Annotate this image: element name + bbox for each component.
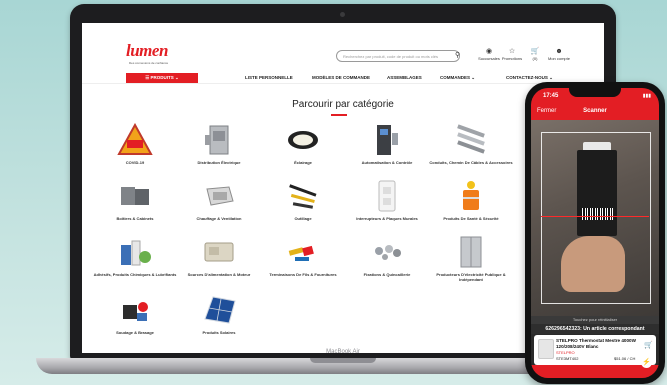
category-label: Boîtiers & Cabinets (116, 216, 154, 221)
nav-item-commandes[interactable]: COMMANDES ⌄ (440, 73, 475, 83)
category-terminaisons[interactable]: Terminaisons De Fils & Fournitures (261, 235, 345, 277)
category-label: Éclairage (294, 160, 312, 165)
category-eclairage[interactable]: Éclairage (261, 123, 345, 165)
header-link-label: (0) (532, 56, 538, 61)
scanner-title: Scanner (583, 108, 607, 114)
lumen-logo[interactable]: lumen Des connexions de confiance (126, 41, 168, 65)
electrical-panel-icon (205, 125, 229, 155)
category-label: Conduits, Chemin De Câbles & Accessoires (429, 160, 513, 165)
category-chauffage[interactable]: Chauffage & Ventilation (177, 179, 261, 221)
product-price: $51.06 / CH (614, 356, 636, 361)
logo-text: lumen (126, 41, 168, 60)
camera-view[interactable] (531, 120, 659, 316)
laptop-model-label: MacBook Air (326, 349, 360, 355)
phone-notch (569, 88, 621, 97)
category-conduits[interactable]: Conduits, Chemin De Câbles & Accessoires (429, 123, 513, 165)
add-to-cart-icon[interactable]: 🛒 (644, 341, 653, 349)
title-underline (331, 114, 347, 116)
product-name: STELPRO Thermostat Mestre 4000W 120/208/… (556, 338, 636, 349)
product-brand: STELPRO (556, 350, 575, 355)
category-soudage[interactable]: Soudage & Brasage (93, 293, 177, 335)
category-label: Fixations & Quincaillerie (363, 272, 411, 277)
category-label: Outillage (294, 216, 312, 221)
covid-warning-icon (117, 123, 153, 155)
solar-panel-icon (204, 296, 236, 324)
category-label: Producteurs D'électricité Publique & Ind… (436, 272, 506, 282)
category-producteurs[interactable]: Producteurs D'électricité Publique & Ind… (429, 235, 513, 282)
category-interrupteurs[interactable]: Interrupteurs & Plaques Murales (345, 179, 429, 221)
product-result-card[interactable]: STELPRO Thermostat Mestre 4000W 120/208/… (534, 335, 656, 365)
category-solaires[interactable]: Produits Solaires (177, 293, 261, 335)
phone-screen: 17:45 ▮▮▮ Fermer Scanner Touchez pour ré… (531, 88, 659, 378)
site-header: lumen Des connexions de confiance Recher… (82, 23, 604, 67)
laptop-camera (340, 12, 345, 17)
category-label: Adhésifs, Produits Chimiques & Lubrifian… (93, 272, 177, 277)
search-icon[interactable]: ⚲ (455, 51, 460, 59)
category-label: Interrupteurs & Plaques Murales (356, 216, 418, 221)
reset-hint[interactable]: Touchez pour réinitialiser (531, 316, 659, 324)
search-input[interactable]: Recherchez par produit, code de produit … (336, 50, 460, 62)
phone: 17:45 ▮▮▮ Fermer Scanner Touchez pour ré… (525, 82, 665, 384)
phone-bottom-bar (531, 365, 659, 378)
nav-item-liste-personnelle[interactable]: LISTE PERSONNELLE (245, 73, 293, 83)
category-label: Produits De Santé & Sécurité (443, 216, 499, 221)
wall-outlet-icon (378, 180, 396, 212)
nav-item-modeles[interactable]: MODÈLES DE COMMANDE (312, 73, 370, 83)
category-alimentation[interactable]: Sources D'alimentation & Moteur (177, 235, 261, 277)
generator-icon (204, 242, 234, 262)
ventilation-fan-icon (206, 186, 234, 206)
safety-vest-icon (463, 181, 479, 210)
laptop-hinge-notch (310, 358, 376, 363)
scan-result-text: 626296542323: Un article correspondant (531, 324, 659, 334)
category-sante-securite[interactable]: Produits De Santé & Sécurité (429, 179, 513, 221)
flash-icon[interactable]: ⚡ (641, 357, 652, 368)
header-link-label: Mon compte (547, 56, 570, 61)
category-label: Chauffage & Ventilation (196, 216, 242, 221)
category-automatisation[interactable]: Automatisation & Contrôle (345, 123, 429, 165)
user-icon: ☻ (555, 48, 563, 55)
chemical-products-icon (121, 240, 151, 266)
phone-time: 17:45 (543, 93, 559, 99)
category-distribution[interactable]: Distribution Électrique (177, 123, 261, 165)
scan-line (541, 216, 649, 217)
wire-connector-icon (288, 245, 314, 261)
scan-frame (541, 132, 651, 304)
category-label: Produits Solaires (202, 330, 236, 335)
switchgear-icon (460, 236, 482, 268)
tools-icon (289, 184, 317, 209)
category-boitiers[interactable]: Boîtiers & Cabinets (93, 179, 177, 221)
category-label: Distribution Électrique (197, 160, 241, 165)
hardware-icon (375, 245, 401, 260)
conduit-icon (457, 124, 485, 154)
scanner-top-bar: Fermer Scanner (531, 104, 659, 120)
product-thumbnail (538, 339, 554, 359)
product-sku: STE3MT402 (556, 356, 579, 361)
category-fixations[interactable]: Fixations & Quincaillerie (345, 235, 429, 277)
logo-tagline: Des connexions de confiance (129, 61, 169, 65)
signal-battery-icon: ▮▮▮ (642, 93, 651, 99)
category-adhesifs[interactable]: Adhésifs, Produits Chimiques & Lubrifian… (93, 235, 177, 277)
category-outillage[interactable]: Outillage (261, 179, 345, 221)
header-link-account[interactable]: ☻ Mon compte (544, 48, 574, 61)
control-unit-icon (377, 125, 398, 155)
category-covid[interactable]: COVID-19 (93, 123, 177, 165)
enclosure-icon (121, 187, 149, 205)
category-label: COVID-19 (125, 160, 145, 165)
main-nav: ☰ PRODUITS ⌄ LISTE PERSONNELLE MODÈLES D… (82, 73, 604, 84)
nav-products-button[interactable]: ☰ PRODUITS ⌄ (126, 73, 198, 83)
category-label: Automatisation & Contrôle (361, 160, 413, 165)
nav-item-assemblages[interactable]: ASSEMBLAGES (387, 73, 422, 83)
category-label: Sources D'alimentation & Moteur (187, 272, 251, 277)
welding-equipment-icon (123, 302, 148, 321)
category-label: Soudage & Brasage (116, 330, 154, 335)
category-label: Terminaisons De Fils & Fournitures (269, 272, 337, 277)
light-fixture-icon (288, 131, 318, 149)
